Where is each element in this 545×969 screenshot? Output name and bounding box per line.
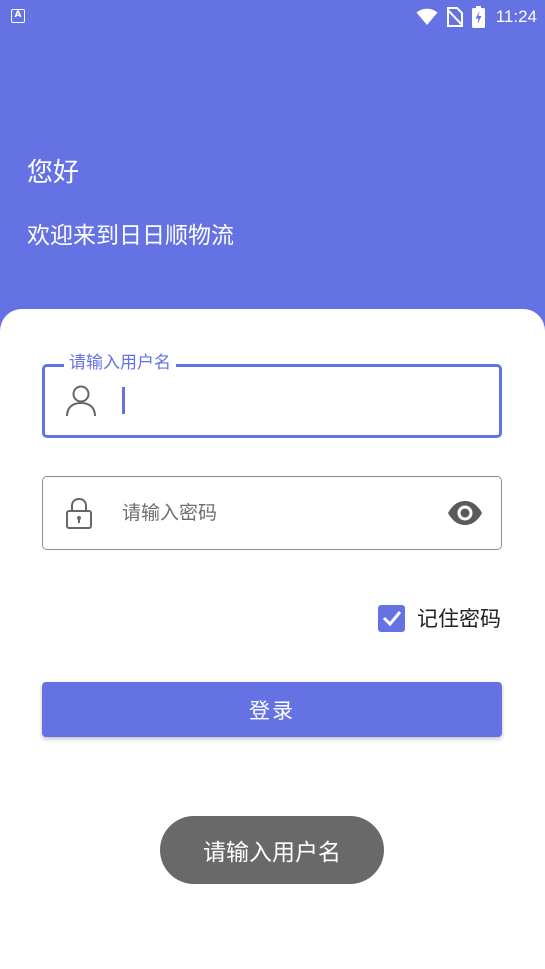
- remember-password-checkbox[interactable]: [378, 604, 405, 632]
- lock-icon: [66, 497, 92, 529]
- status-icons: 11:24: [416, 5, 537, 29]
- login-button[interactable]: 登录: [42, 682, 502, 737]
- header: A 11:24 您好 欢迎来到日日顺物流: [0, 0, 545, 340]
- wifi-icon: [416, 8, 438, 25]
- welcome-text: 欢迎来到日日顺物流: [27, 223, 234, 249]
- username-field-label: 请输入用户名: [64, 352, 176, 374]
- battery-charging-icon: [471, 6, 485, 28]
- username-field[interactable]: 请输入用户名: [42, 352, 502, 438]
- password-input[interactable]: [122, 502, 422, 524]
- password-field[interactable]: [42, 476, 502, 550]
- remember-password[interactable]: 记住密码: [378, 603, 501, 633]
- eye-icon[interactable]: [447, 500, 483, 526]
- app-notification-icon: A: [11, 9, 25, 23]
- no-sim-icon: [446, 7, 463, 27]
- login-screen: A 11:24 您好 欢迎来到日日顺物流 请输入用户名 记住密码 登录 请输入用…: [0, 0, 545, 969]
- user-icon: [66, 385, 96, 417]
- check-icon: [382, 611, 401, 627]
- toast-message: 请输入用户名: [160, 816, 384, 884]
- text-cursor: [122, 387, 125, 414]
- greeting-text: 您好: [27, 158, 80, 188]
- status-time: 11:24: [495, 7, 537, 26]
- status-bar: A 11:24: [0, 0, 545, 34]
- remember-password-label[interactable]: 记住密码: [417, 603, 501, 633]
